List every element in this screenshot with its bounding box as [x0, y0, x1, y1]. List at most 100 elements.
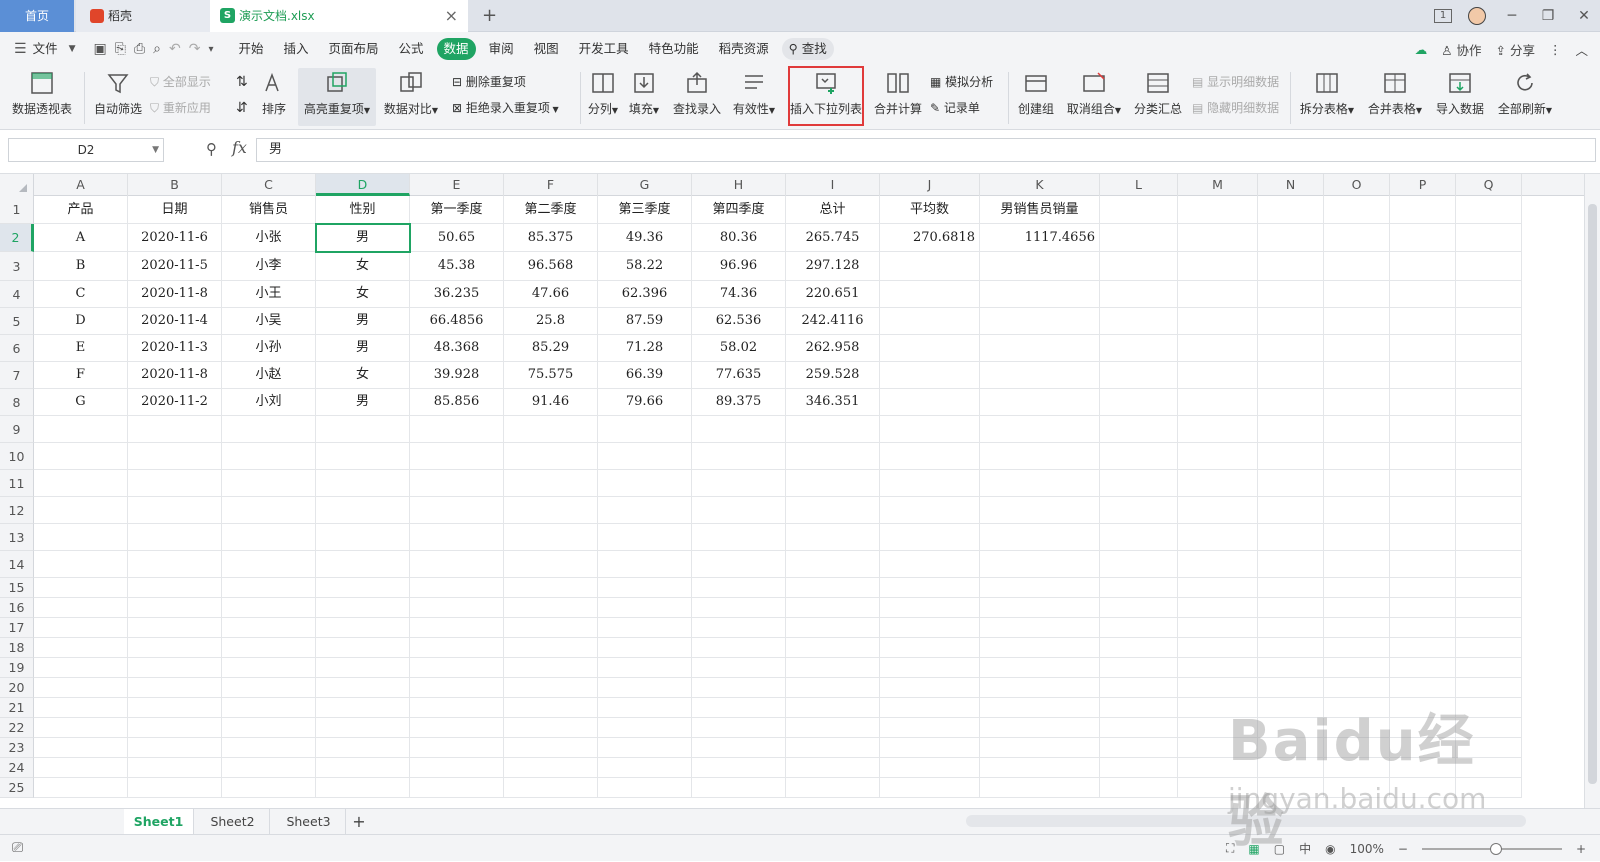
- row-header-4[interactable]: 4: [0, 281, 34, 308]
- table-cell[interactable]: [1100, 389, 1178, 416]
- table-cell[interactable]: [1456, 738, 1522, 758]
- lookup-entry-button[interactable]: 查找录入: [668, 68, 726, 126]
- more-icon[interactable]: ⋮: [1549, 42, 1562, 57]
- table-cell[interactable]: [504, 638, 598, 658]
- hamburger-icon[interactable]: ☰: [14, 41, 27, 57]
- table-cell[interactable]: 47.66: [504, 281, 598, 308]
- table-cell[interactable]: [1324, 470, 1390, 497]
- table-cell[interactable]: [1100, 778, 1178, 798]
- row-header-5[interactable]: 5: [0, 308, 34, 335]
- table-cell[interactable]: [504, 738, 598, 758]
- table-cell[interactable]: 小赵: [222, 362, 316, 389]
- table-cell[interactable]: [1100, 497, 1178, 524]
- table-cell[interactable]: [410, 551, 504, 578]
- table-cell[interactable]: [410, 738, 504, 758]
- reapply-button[interactable]: ⛉ 重新应用: [150, 96, 211, 120]
- table-cell[interactable]: 80.36: [692, 224, 786, 252]
- table-cell[interactable]: [1456, 443, 1522, 470]
- table-cell[interactable]: [880, 497, 980, 524]
- table-cell[interactable]: [1390, 638, 1456, 658]
- table-cell[interactable]: [1456, 389, 1522, 416]
- table-cell[interactable]: 小吴: [222, 308, 316, 335]
- table-cell[interactable]: [410, 497, 504, 524]
- avatar[interactable]: [1468, 7, 1486, 25]
- collab-button[interactable]: ♙ 协作: [1441, 40, 1481, 59]
- table-cell[interactable]: [410, 718, 504, 738]
- table-cell[interactable]: [1390, 362, 1456, 389]
- table-cell[interactable]: [786, 416, 880, 443]
- table-cell[interactable]: [1178, 443, 1258, 470]
- table-cell[interactable]: [316, 778, 410, 798]
- table-cell[interactable]: [786, 678, 880, 698]
- window-badge[interactable]: 1: [1434, 9, 1452, 23]
- table-cell[interactable]: [598, 758, 692, 778]
- table-cell[interactable]: [1456, 578, 1522, 598]
- table-cell[interactable]: [1324, 443, 1390, 470]
- table-cell[interactable]: [1178, 598, 1258, 618]
- table-cell[interactable]: 79.66: [598, 389, 692, 416]
- table-cell[interactable]: [598, 678, 692, 698]
- header-cell[interactable]: 总计: [786, 196, 880, 224]
- table-cell[interactable]: [1390, 308, 1456, 335]
- table-cell[interactable]: [316, 598, 410, 618]
- table-cell[interactable]: [1178, 497, 1258, 524]
- header-cell[interactable]: [1390, 196, 1456, 224]
- save-icon[interactable]: ▣: [94, 41, 107, 57]
- column-header-j[interactable]: J: [880, 174, 980, 196]
- table-cell[interactable]: [410, 778, 504, 798]
- table-cell[interactable]: [410, 598, 504, 618]
- add-sheet-button[interactable]: +: [348, 809, 370, 834]
- table-cell[interactable]: [1258, 618, 1324, 638]
- table-cell[interactable]: [1100, 678, 1178, 698]
- table-cell[interactable]: [880, 598, 980, 618]
- table-cell[interactable]: [880, 578, 980, 598]
- table-cell[interactable]: [786, 598, 880, 618]
- table-cell[interactable]: [128, 470, 222, 497]
- table-cell[interactable]: [504, 551, 598, 578]
- table-cell[interactable]: [34, 578, 128, 598]
- table-cell[interactable]: [1258, 758, 1324, 778]
- table-cell[interactable]: [598, 738, 692, 758]
- table-cell[interactable]: [1390, 524, 1456, 551]
- table-cell[interactable]: [880, 638, 980, 658]
- table-cell[interactable]: [1456, 416, 1522, 443]
- table-cell[interactable]: [598, 470, 692, 497]
- table-cell[interactable]: [1390, 678, 1456, 698]
- fx-icon[interactable]: fx: [232, 138, 247, 157]
- table-cell[interactable]: 50.65: [410, 224, 504, 252]
- table-cell[interactable]: [1178, 698, 1258, 718]
- row-header-18[interactable]: 18: [0, 638, 34, 658]
- table-cell[interactable]: [1324, 224, 1390, 252]
- ime-indicator[interactable]: 中: [1299, 840, 1311, 857]
- table-cell[interactable]: 75.575: [504, 362, 598, 389]
- table-cell[interactable]: 男: [316, 224, 410, 252]
- menu-data[interactable]: 数据: [436, 38, 476, 60]
- table-cell[interactable]: [1100, 416, 1178, 443]
- table-cell[interactable]: [1100, 470, 1178, 497]
- table-cell[interactable]: [880, 758, 980, 778]
- table-cell[interactable]: [598, 618, 692, 638]
- table-cell[interactable]: [410, 443, 504, 470]
- table-cell[interactable]: 242.4116: [786, 308, 880, 335]
- show-detail-button[interactable]: ▤ 显示明细数据: [1192, 70, 1279, 94]
- table-cell[interactable]: [1456, 470, 1522, 497]
- table-cell[interactable]: [692, 598, 786, 618]
- table-cell[interactable]: [1324, 698, 1390, 718]
- menu-features[interactable]: 特色功能: [642, 38, 706, 60]
- table-cell[interactable]: [1258, 638, 1324, 658]
- table-cell[interactable]: [692, 578, 786, 598]
- table-cell[interactable]: 男: [316, 308, 410, 335]
- table-cell[interactable]: [128, 658, 222, 678]
- table-cell[interactable]: [410, 678, 504, 698]
- table-cell[interactable]: [880, 470, 980, 497]
- table-cell[interactable]: [128, 758, 222, 778]
- table-cell[interactable]: [1390, 416, 1456, 443]
- table-cell[interactable]: [1258, 578, 1324, 598]
- table-cell[interactable]: [1100, 362, 1178, 389]
- table-cell[interactable]: [1324, 738, 1390, 758]
- table-cell[interactable]: [1390, 443, 1456, 470]
- table-cell[interactable]: [222, 618, 316, 638]
- table-cell[interactable]: [34, 738, 128, 758]
- table-cell[interactable]: [410, 698, 504, 718]
- spreadsheet-grid[interactable]: ABCDEFGHIJKLMNOPQ 1 2 3 4 5 6 7 8 9 10 11 12 13 14 15 1…: [0, 174, 1584, 808]
